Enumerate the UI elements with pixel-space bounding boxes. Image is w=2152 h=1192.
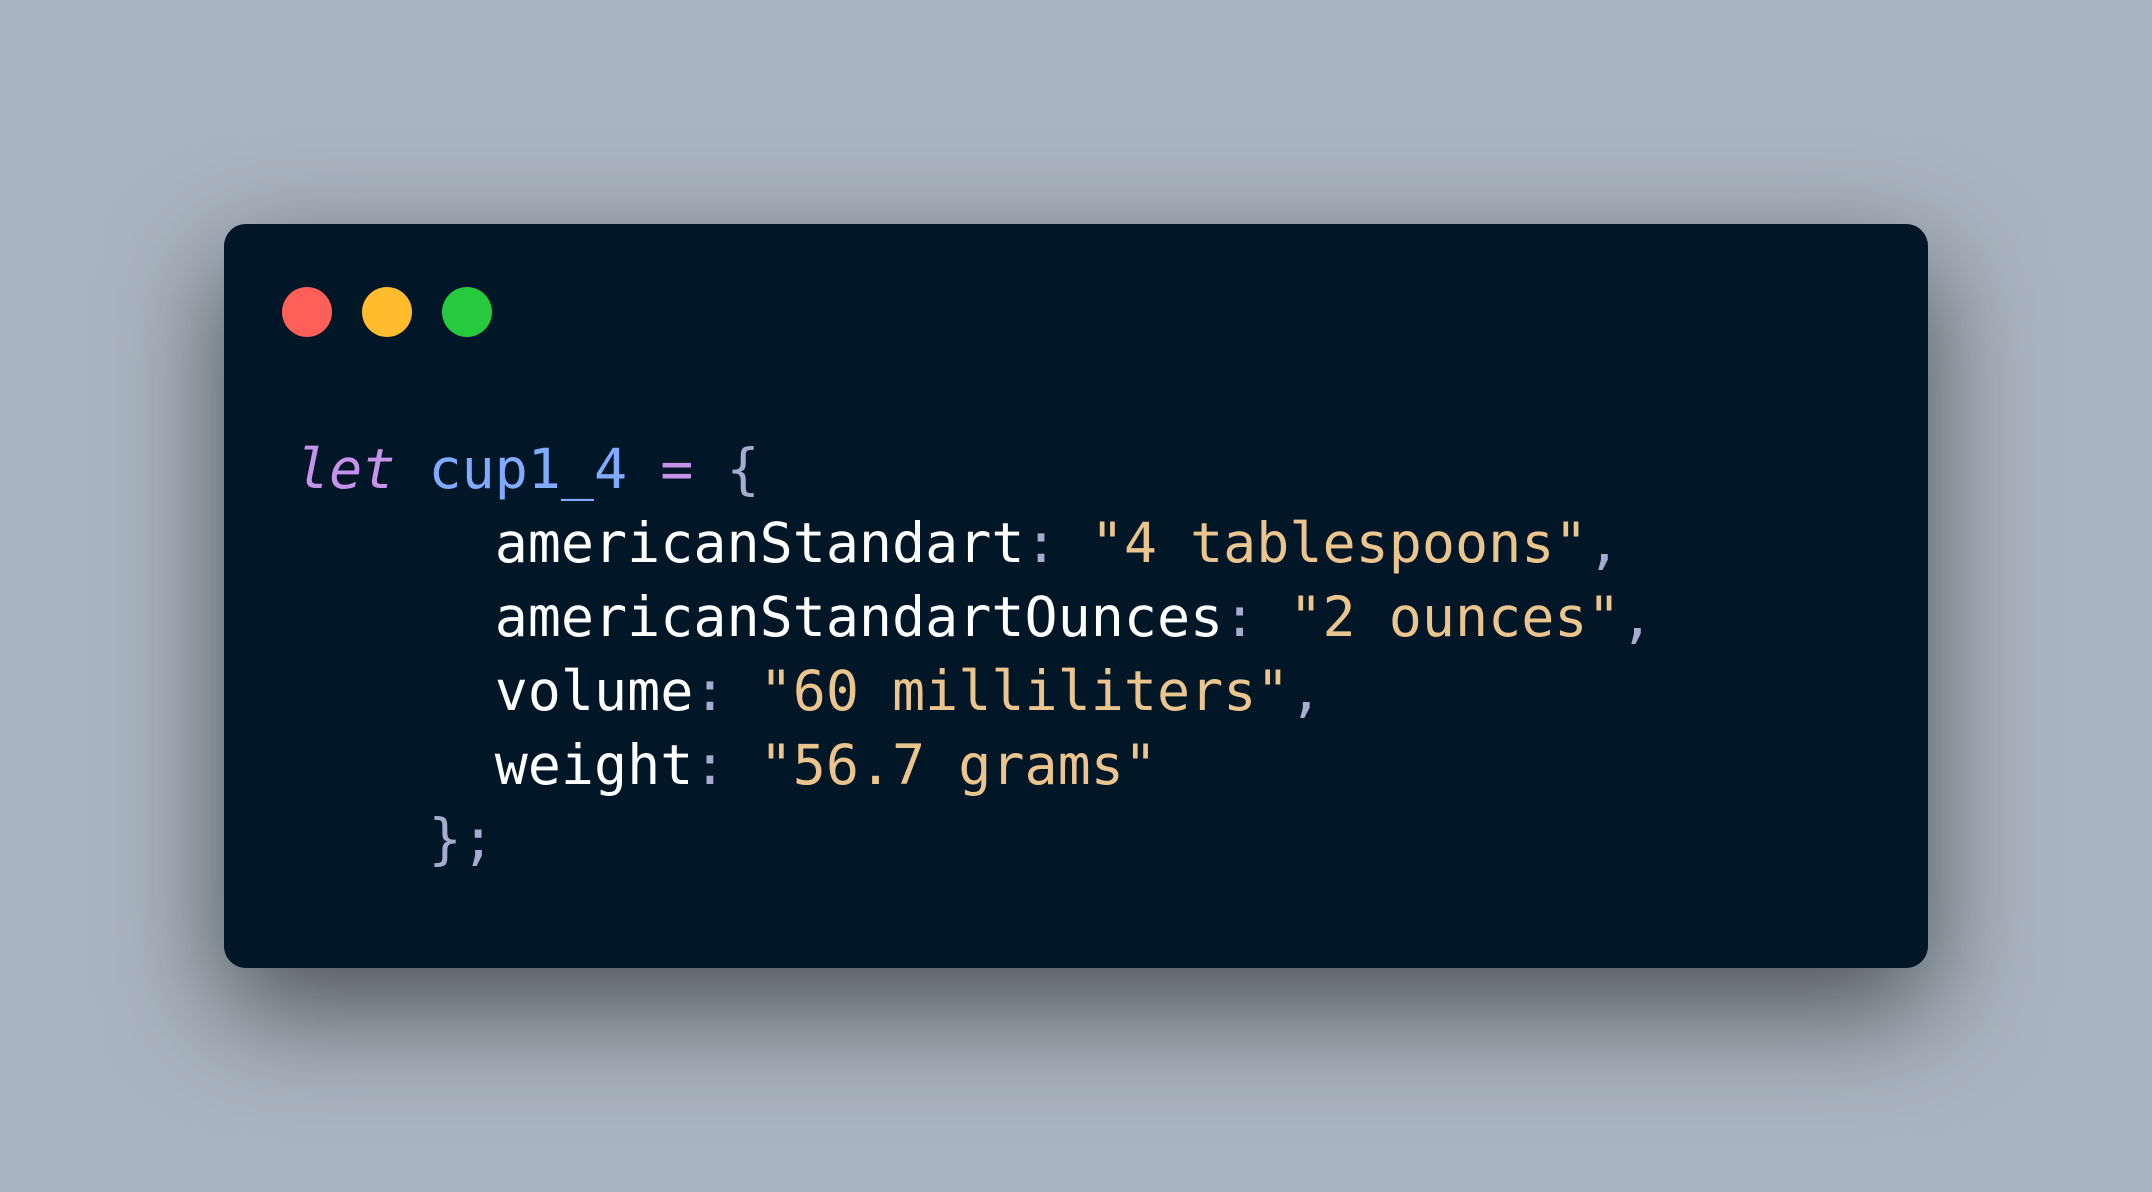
close-button[interactable]: [282, 287, 332, 337]
code-line-property: weight: "56.7 grams": [296, 728, 1654, 802]
property-value: "2 ounces": [1289, 585, 1621, 649]
colon: :: [693, 659, 760, 723]
property-value: "56.7 grams": [759, 733, 1157, 797]
colon: :: [1024, 511, 1091, 575]
property-key: americanStandartOunces: [494, 585, 1224, 649]
maximize-button[interactable]: [442, 287, 492, 337]
property-value: "4 tablespoons": [1090, 511, 1588, 575]
property-key: volume: [494, 659, 694, 723]
code-line-declaration: let cup1_4 = {: [296, 432, 1654, 506]
code-line-close: };: [296, 802, 1654, 876]
colon: :: [1223, 585, 1290, 649]
comma: ,: [1289, 659, 1323, 723]
assign-operator: =: [660, 437, 694, 501]
code-line-property: volume: "60 milliliters",: [296, 654, 1654, 728]
property-key: americanStandart: [494, 511, 1025, 575]
open-brace: {: [726, 437, 760, 501]
window-controls: [282, 287, 492, 337]
code-line-property: americanStandartOunces: "2 ounces",: [296, 580, 1654, 654]
comma: ,: [1587, 511, 1621, 575]
keyword-let: let: [296, 437, 396, 501]
colon: :: [693, 733, 760, 797]
code-block: let cup1_4 = { americanStandart: "4 tabl…: [296, 432, 1654, 876]
code-line-property: americanStandart: "4 tablespoons",: [296, 506, 1654, 580]
variable-name: cup1_4: [428, 437, 628, 501]
code-window: let cup1_4 = { americanStandart: "4 tabl…: [224, 224, 1928, 968]
comma: ,: [1620, 585, 1654, 649]
property-key: weight: [494, 733, 694, 797]
close-brace: };: [428, 807, 495, 871]
minimize-button[interactable]: [362, 287, 412, 337]
property-value: "60 milliliters": [759, 659, 1290, 723]
